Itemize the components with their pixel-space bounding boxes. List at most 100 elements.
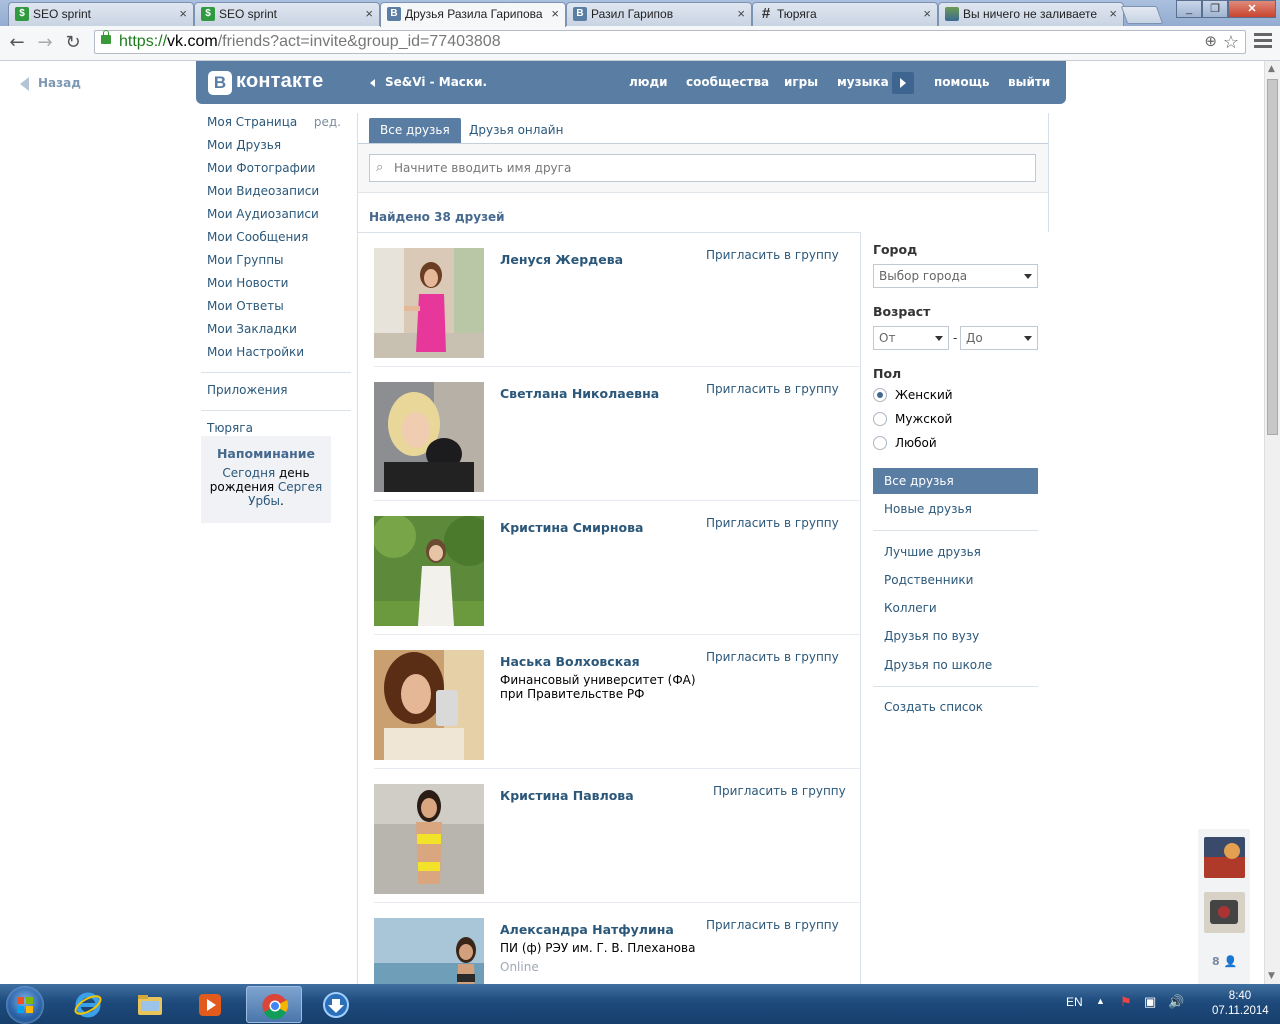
avatar[interactable]	[1204, 837, 1245, 878]
invite-to-group-link[interactable]: Пригласить в группу	[706, 918, 839, 932]
taskbar-download[interactable]	[308, 986, 364, 1023]
minimize-button[interactable]: _	[1176, 0, 1202, 18]
tab-all-friends[interactable]: Все друзья	[369, 118, 461, 143]
sex-male-radio[interactable]: Мужской	[873, 410, 952, 428]
volume-icon[interactable]: 🔊	[1168, 994, 1184, 1010]
list-school-friends[interactable]: Друзья по школе	[873, 652, 1038, 678]
avatar[interactable]	[374, 650, 484, 760]
avatar[interactable]	[1204, 892, 1245, 933]
browser-tab[interactable]: $ SEO sprint ×	[194, 2, 380, 26]
audio-player[interactable]: Se&Vi - Маски.	[370, 75, 487, 89]
invite-to-group-link[interactable]: Пригласить в группу	[706, 650, 839, 664]
edit-link[interactable]: ред.	[314, 113, 341, 132]
left-menu-my-page[interactable]: Моя Страница ред.	[201, 113, 351, 136]
address-bar[interactable]: https://vk.com/friends?act=invite&group_…	[94, 30, 1246, 54]
taskbar-chrome[interactable]	[246, 986, 302, 1023]
friend-name[interactable]: Кристина Павлова	[500, 788, 634, 803]
bookmark-star-icon[interactable]: ☆	[1223, 31, 1239, 53]
back-link[interactable]: Назад	[20, 76, 81, 91]
chrome-menu-icon[interactable]	[1254, 33, 1272, 51]
create-list-link[interactable]: Создать список	[873, 694, 1038, 720]
reload-icon[interactable]: ↻	[62, 32, 84, 54]
play-back-icon[interactable]	[370, 78, 375, 87]
city-select[interactable]: Выбор города	[873, 264, 1038, 288]
left-menu-groups[interactable]: Мои Группы	[201, 251, 351, 274]
nav-games[interactable]: игры	[784, 75, 818, 89]
left-menu-videos[interactable]: Мои Видеозаписи	[201, 182, 351, 205]
avatar[interactable]	[374, 918, 484, 984]
new-tab-button[interactable]	[1120, 6, 1164, 24]
invite-to-group-link[interactable]: Пригласить в группу	[706, 382, 839, 396]
restore-button[interactable]: ❐	[1202, 0, 1228, 18]
close-icon[interactable]: ×	[551, 3, 559, 25]
left-menu-answers[interactable]: Мои Ответы	[201, 297, 351, 320]
scrollbar-thumb[interactable]	[1267, 79, 1278, 435]
nav-help[interactable]: помощь	[934, 75, 989, 89]
avatar[interactable]	[374, 382, 484, 492]
sex-any-radio[interactable]: Любой	[873, 434, 937, 452]
friend-name[interactable]: Наська Волховская	[500, 654, 640, 669]
close-icon[interactable]: ×	[923, 3, 931, 25]
invite-to-group-link[interactable]: Пригласить в группу	[706, 516, 839, 530]
friend-name[interactable]: Александра Натфулина	[500, 922, 674, 937]
sex-female-radio[interactable]: Женский	[873, 386, 953, 404]
close-icon[interactable]: ×	[365, 3, 373, 25]
close-icon[interactable]: ×	[179, 3, 187, 25]
nav-music[interactable]: музыка	[837, 75, 889, 89]
scroll-down-icon[interactable]: ▼	[1268, 971, 1275, 981]
left-menu-messages[interactable]: Мои Сообщения	[201, 228, 351, 251]
age-to-select[interactable]: До	[960, 326, 1038, 350]
page-scrollbar[interactable]: ▲ ▼	[1264, 61, 1280, 984]
left-menu-audio[interactable]: Мои Аудиозаписи	[201, 205, 351, 228]
list-all-friends[interactable]: Все друзья	[873, 468, 1038, 494]
tray-expand-icon[interactable]: ▲	[1096, 996, 1105, 1006]
left-menu-bookmarks[interactable]: Мои Закладки	[201, 320, 351, 343]
friend-name[interactable]: Светлана Николаевна	[500, 386, 659, 401]
nav-logout[interactable]: выйти	[1008, 75, 1050, 89]
list-relatives[interactable]: Родственники	[873, 567, 1038, 593]
browser-tab[interactable]: $ SEO sprint ×	[8, 2, 194, 26]
browser-tab[interactable]: Вы ничего не заливаете ×	[938, 2, 1124, 26]
online-count[interactable]: 8 👤	[1212, 955, 1237, 968]
tab-online-friends[interactable]: Друзья онлайн	[458, 118, 574, 143]
friend-name[interactable]: Кристина Смирнова	[500, 520, 643, 535]
search-input[interactable]	[369, 154, 1036, 182]
window-close-button[interactable]: ✕	[1228, 0, 1276, 18]
reminder-today-link[interactable]: Сегодня	[222, 466, 275, 480]
browser-tab[interactable]: B Разил Гарипов ×	[566, 2, 752, 26]
list-university-friends[interactable]: Друзья по вузу	[873, 623, 1038, 649]
invite-to-group-link[interactable]: Пригласить в группу	[706, 248, 839, 262]
back-arrow-icon[interactable]: ←	[6, 32, 28, 54]
taskbar-ie[interactable]	[60, 986, 116, 1023]
left-menu-news[interactable]: Мои Новости	[201, 274, 351, 297]
clock[interactable]: 8:40 07.11.2014	[1212, 989, 1269, 1019]
avatar[interactable]	[374, 784, 484, 894]
nav-more-arrow-icon[interactable]	[892, 72, 914, 94]
action-center-icon[interactable]: ⚑	[1120, 994, 1132, 1010]
list-best-friends[interactable]: Лучшие друзья	[873, 539, 1038, 565]
scroll-up-icon[interactable]: ▲	[1268, 64, 1275, 74]
taskbar-explorer[interactable]	[122, 986, 178, 1023]
close-icon[interactable]: ×	[737, 3, 745, 25]
language-indicator[interactable]: EN	[1066, 995, 1083, 1009]
browser-tab[interactable]: # Тюряга ×	[752, 2, 938, 26]
nav-people[interactable]: люди	[629, 75, 668, 89]
close-icon[interactable]: ×	[1109, 3, 1117, 25]
avatar[interactable]	[374, 516, 484, 626]
forward-arrow-icon[interactable]: →	[34, 32, 56, 54]
friend-name[interactable]: Ленуся Жердева	[500, 252, 623, 267]
list-colleagues[interactable]: Коллеги	[873, 595, 1038, 621]
avatar[interactable]	[374, 248, 484, 358]
list-new-friends[interactable]: Новые друзья	[873, 496, 1038, 522]
left-menu-friends[interactable]: Мои Друзья	[201, 136, 351, 159]
left-menu-settings[interactable]: Мои Настройки	[201, 343, 351, 366]
network-icon[interactable]: ▣	[1144, 994, 1156, 1010]
taskbar-media-player[interactable]	[182, 986, 238, 1023]
browser-tab-active[interactable]: B Друзья Разила Гарипова ×	[380, 2, 566, 27]
left-menu-apps[interactable]: Приложения	[201, 381, 351, 404]
invite-to-group-link[interactable]: Пригласить в группу	[713, 784, 846, 798]
zoom-icon[interactable]: ⊕	[1204, 31, 1217, 53]
age-from-select[interactable]: От	[873, 326, 949, 350]
start-button[interactable]	[6, 986, 44, 1024]
nav-communities[interactable]: сообщества	[686, 75, 769, 89]
